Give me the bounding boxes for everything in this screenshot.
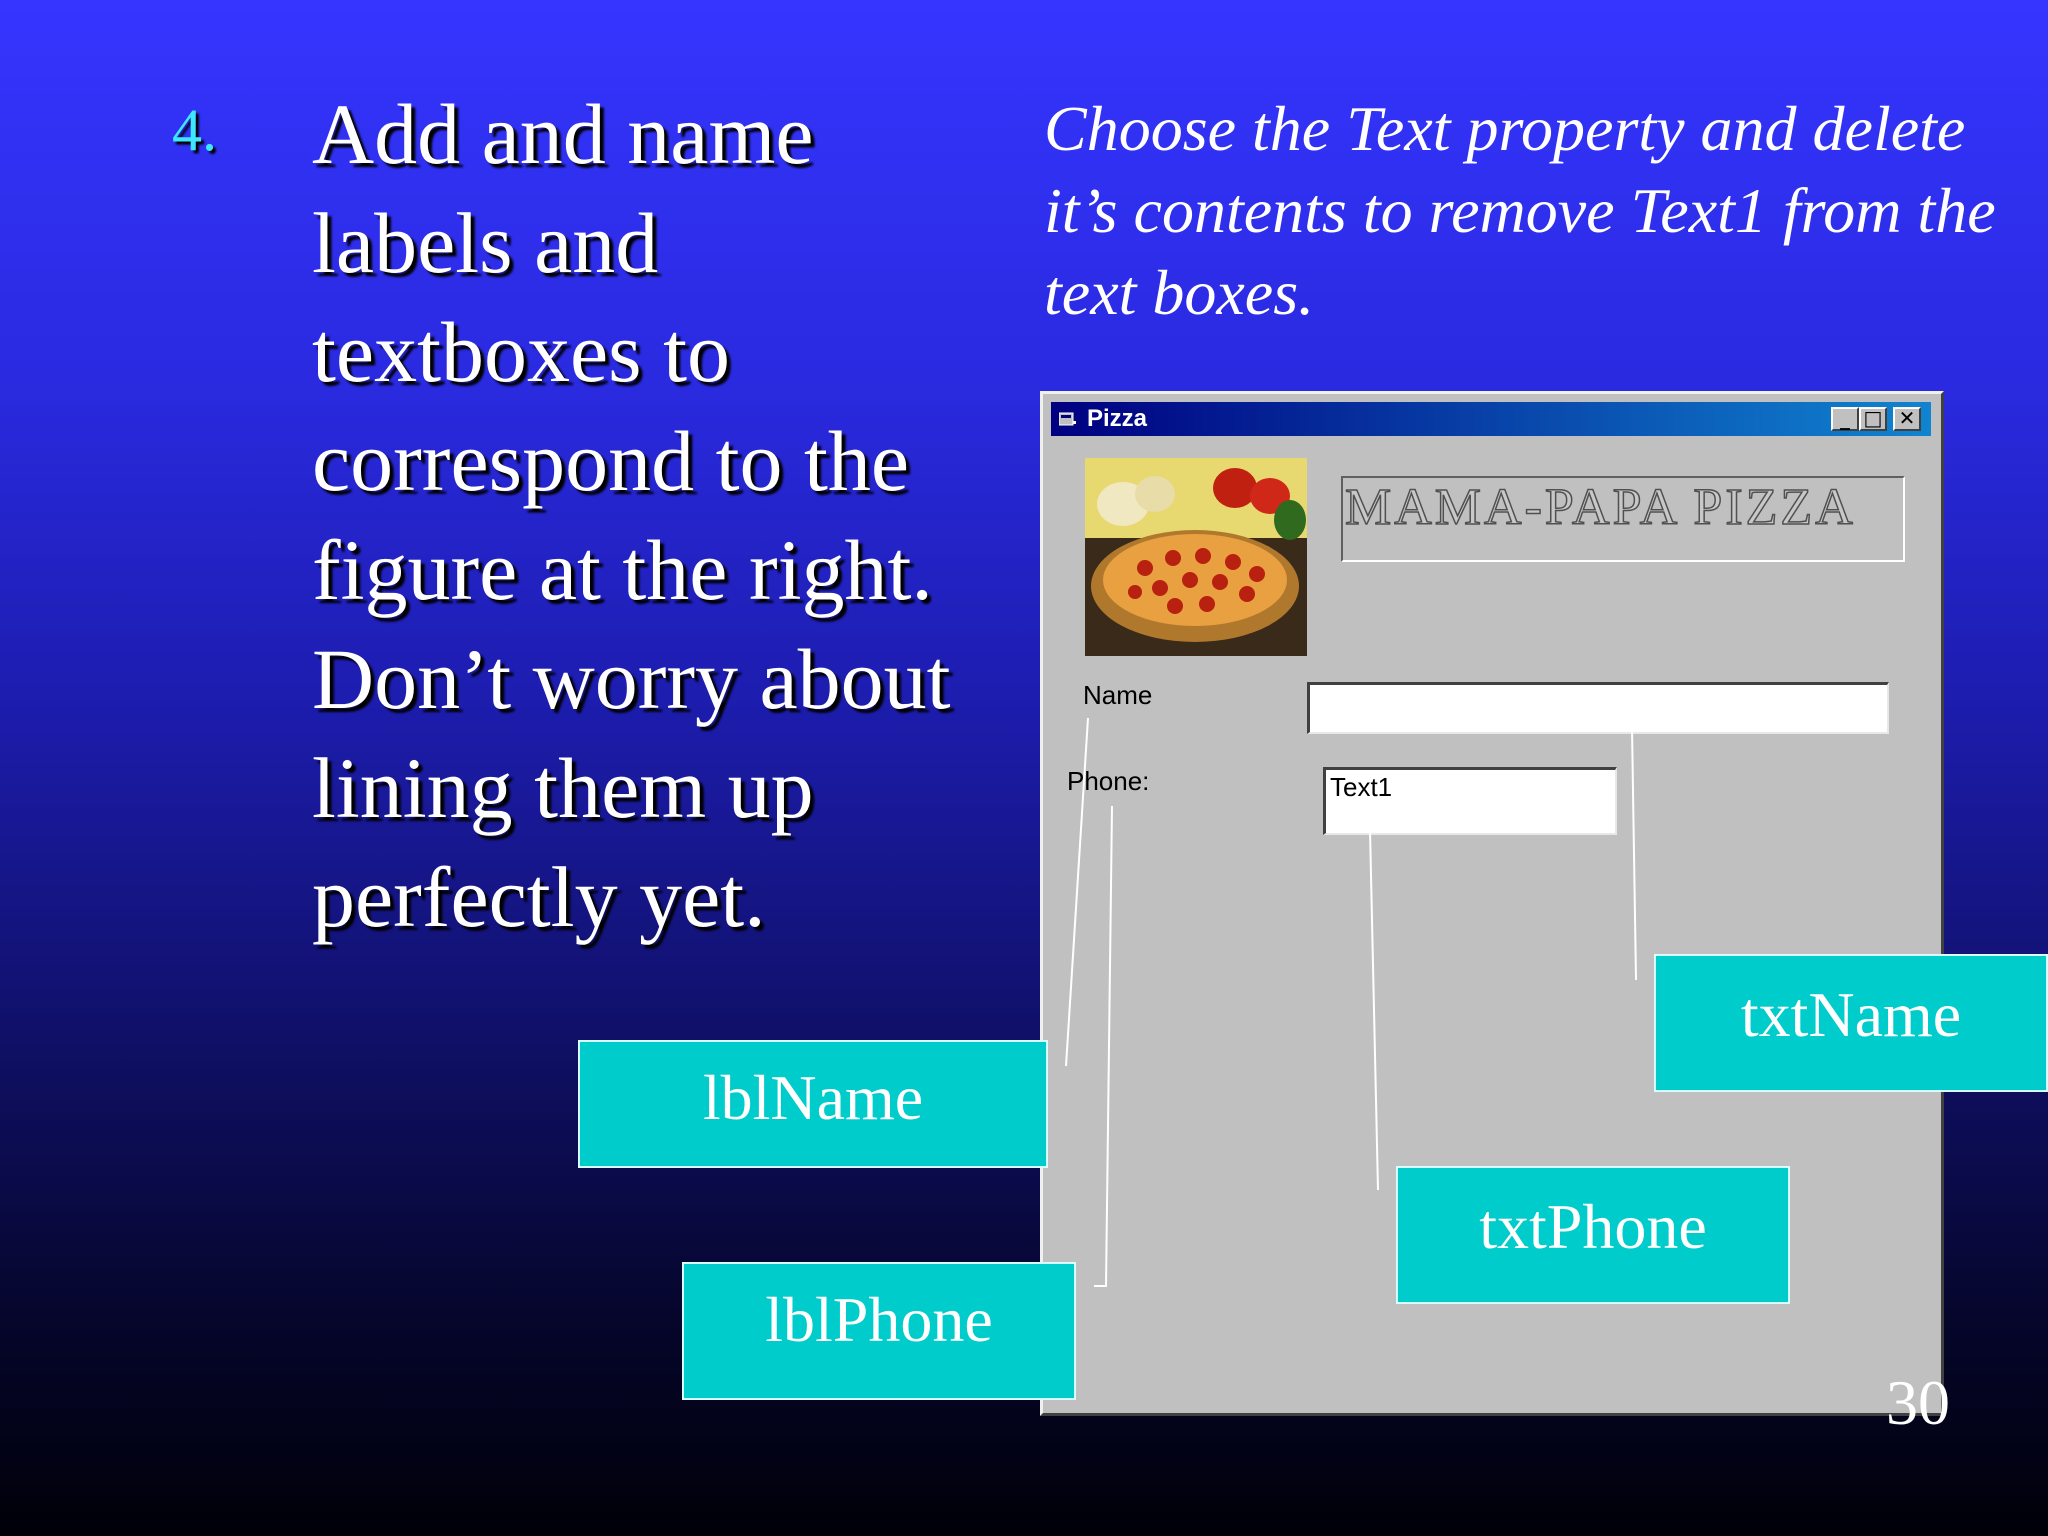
slide: 4. Add and name labels and textboxes to …	[0, 0, 2048, 1536]
callout-lbl-phone: lblPhone	[682, 1262, 1076, 1400]
lbl-phone-leader	[1094, 805, 1113, 1287]
txt-phone-leader	[1369, 829, 1379, 1191]
page-number: 30	[1886, 1367, 1950, 1438]
callout-lbl-name: lblName	[578, 1040, 1048, 1168]
callout-txt-phone: txtPhone	[1396, 1166, 1790, 1304]
callout-txt-name: txtName	[1654, 954, 2048, 1092]
txt-name-leader	[1631, 727, 1637, 981]
lbl-name-leader	[1065, 717, 1089, 1067]
